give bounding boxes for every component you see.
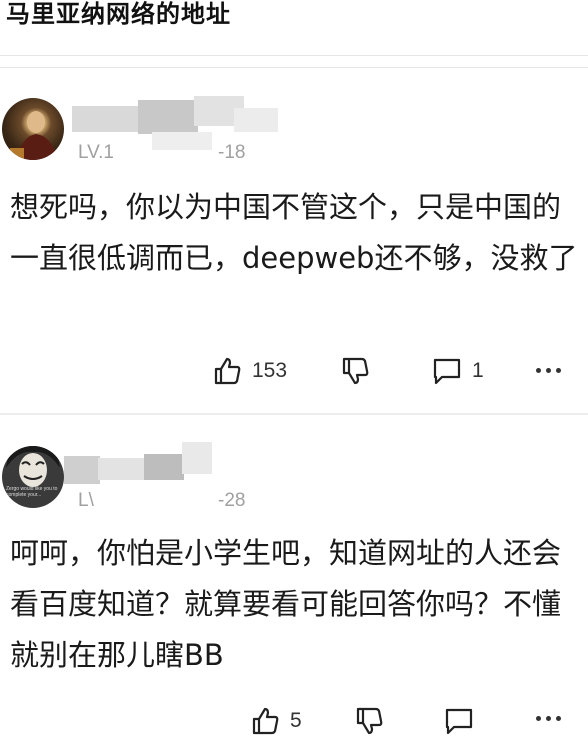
avatar-mask-icon — [6, 446, 60, 487]
more-dot-icon — [536, 716, 541, 721]
header-divider-2 — [0, 67, 588, 68]
like-button[interactable]: 5 — [250, 706, 302, 736]
more-dot-icon — [556, 716, 561, 721]
like-count: 153 — [252, 359, 288, 382]
more-dot-icon — [556, 368, 561, 373]
thumbs-down-icon — [356, 707, 383, 735]
more-dot-icon — [536, 368, 541, 373]
reply-button[interactable] — [444, 706, 474, 736]
thumbs-down-icon — [342, 357, 369, 385]
comment-text: 呵呵，你怕是小学生吧，知道网址的人还会看百度知道？就算要看可能回答你吗？不懂就别… — [10, 536, 562, 672]
user-avatar[interactable]: Zergo would like you to complete your... — [2, 446, 64, 508]
more-dot-icon — [546, 368, 551, 373]
user-level: L\ — [78, 490, 94, 511]
comment-bubble-icon — [445, 708, 473, 735]
comment-text: 想死吗，你以为中国不管这个，只是中国的一直很低调而已，deepweb还不够，没救… — [10, 190, 578, 275]
user-level: LV.1 — [78, 142, 114, 163]
dislike-button[interactable] — [354, 706, 384, 736]
more-options-button[interactable] — [536, 368, 561, 373]
page-title: 马里亚纳网络的地址 — [6, 0, 231, 28]
avatar-caption: Zergo would like you to complete your... — [6, 486, 58, 498]
post-date: -18 — [218, 142, 246, 163]
more-dot-icon — [546, 716, 551, 721]
avatar-portrait-icon — [10, 111, 58, 160]
comment-bubble-icon — [433, 358, 461, 385]
header-divider — [0, 55, 588, 56]
reply-button[interactable]: 1 — [432, 356, 484, 386]
more-options-button[interactable] — [536, 716, 561, 721]
thumbs-up-icon — [252, 707, 279, 735]
thumbs-up-icon — [214, 357, 241, 385]
comment-divider — [0, 413, 588, 415]
user-avatar[interactable] — [2, 98, 64, 160]
reply-count: 1 — [472, 359, 484, 382]
username-pixelated — [64, 440, 224, 490]
like-button[interactable]: 153 — [212, 356, 287, 386]
post-date: -28 — [218, 490, 246, 511]
like-count: 5 — [290, 709, 302, 732]
dislike-button[interactable] — [340, 356, 370, 386]
